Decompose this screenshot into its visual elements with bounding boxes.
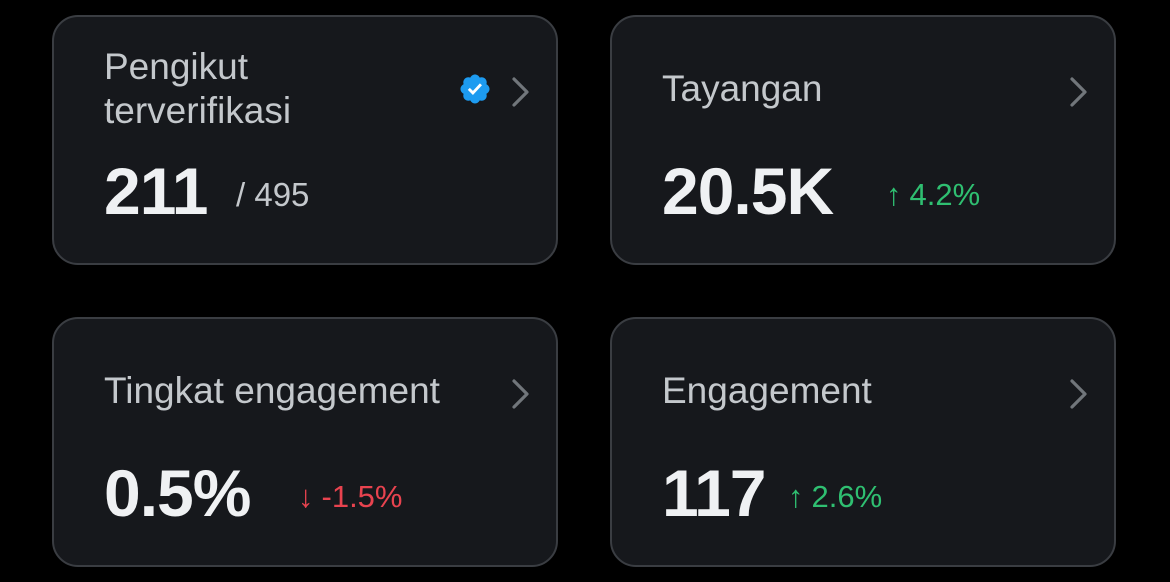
arrow-up-icon: ↑ — [788, 479, 804, 514]
card-title: Engagement — [662, 370, 872, 411]
metric-change: ↓ -1.5% — [298, 477, 402, 517]
metric-value: 0.5% — [104, 456, 251, 530]
card-title: Pengikut terverifikasi — [104, 46, 292, 131]
metric-value: 117 — [662, 456, 766, 530]
metric-change: ↑ 2.6% — [788, 477, 882, 517]
engagement-rate-card[interactable]: Tingkat engagement 0.5% ↓ -1.5% — [52, 317, 558, 567]
engagements-card[interactable]: Engagement 117 ↑ 2.6% — [610, 317, 1116, 567]
metric-total: / 495 — [236, 176, 310, 213]
card-title: Tayangan — [662, 68, 823, 109]
impressions-card[interactable]: Tayangan 20.5K ↑ 4.2% — [610, 15, 1116, 265]
verified-badge-icon — [458, 72, 492, 106]
chevron-right-icon[interactable] — [510, 377, 532, 411]
chevron-right-icon[interactable] — [1068, 75, 1090, 109]
change-value: 2.6% — [811, 479, 883, 514]
verified-followers-card[interactable]: Pengikut terverifikasi 211 / 495 — [52, 15, 558, 265]
change-value: -1.5% — [321, 479, 403, 514]
chevron-right-icon[interactable] — [510, 75, 532, 109]
change-value: 4.2% — [909, 177, 981, 212]
metric-change: ↑ 4.2% — [886, 175, 980, 215]
card-title: Tingkat engagement — [104, 370, 440, 411]
analytics-overview: Pengikut terverifikasi 211 / 495 Tayanga… — [0, 0, 1170, 582]
metric-value: 20.5K — [662, 154, 834, 228]
arrow-up-icon: ↑ — [886, 177, 902, 212]
metric-value: 211 — [104, 154, 208, 228]
chevron-right-icon[interactable] — [1068, 377, 1090, 411]
arrow-down-icon: ↓ — [298, 479, 314, 514]
